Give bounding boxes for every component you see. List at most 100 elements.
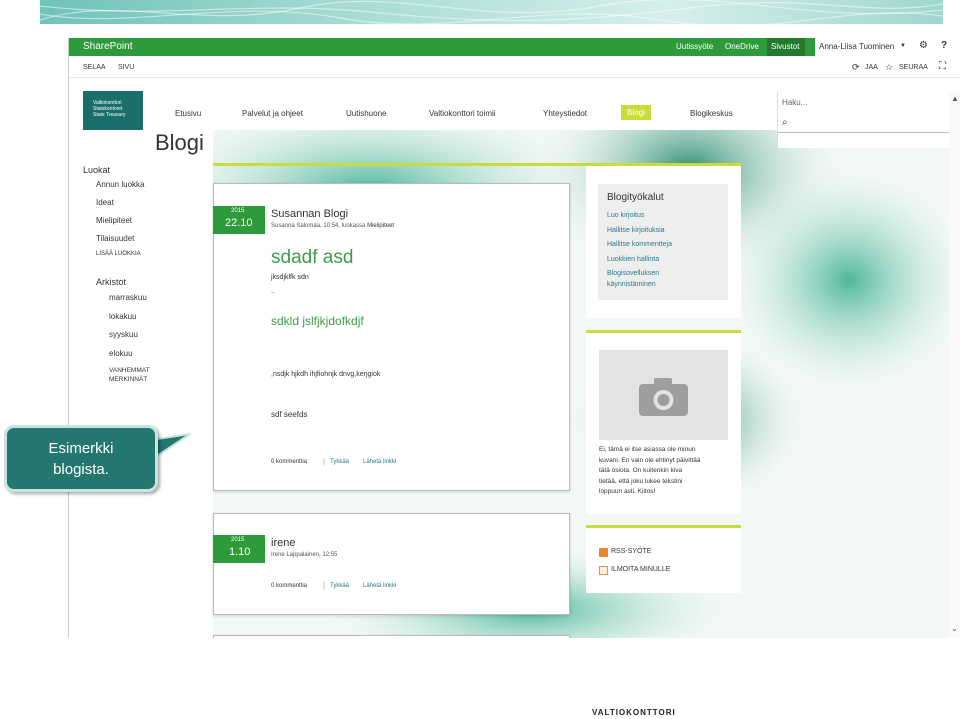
post-date-badge: 2015 1.10 xyxy=(213,535,265,563)
callout-text: blogista. xyxy=(53,461,109,478)
nav-item-treasury-works[interactable]: Valtiokonttori toimii xyxy=(429,109,496,118)
blog-tools-box: Blogityökalut Luo kirjoitus Hallitse kir… xyxy=(598,184,728,300)
nav-item-blog[interactable]: Blogi xyxy=(621,105,651,120)
profile-image-placeholder xyxy=(599,350,728,440)
categories-heading: Luokat xyxy=(83,165,111,175)
rss-link[interactable]: RSS-SYÖTE xyxy=(611,548,651,555)
older-posts-link[interactable]: MERKINNÄT xyxy=(109,376,147,383)
callout-text: Esimerkki xyxy=(48,440,114,457)
scroll-up-icon[interactable]: ▲ xyxy=(951,94,959,103)
search-icon[interactable]: ⌕ xyxy=(782,117,788,128)
about-line: kuvani. En vain ole ehtinyt päivittää xyxy=(599,456,701,464)
share-button[interactable]: JAA xyxy=(865,64,878,71)
gear-icon[interactable]: ⚙ xyxy=(919,40,928,51)
sharepoint-brand[interactable]: SharePoint xyxy=(83,41,132,52)
comments-link[interactable]: 0 kommenttia xyxy=(271,459,307,465)
manage-categories-link[interactable]: Luokkien hallinta xyxy=(607,256,659,263)
chevron-down-icon: ▼ xyxy=(900,43,906,49)
decorative-banner xyxy=(40,0,943,24)
post-title[interactable]: Susannan Blogi xyxy=(271,208,348,220)
footer-logo: VALTIOKONTTORI xyxy=(592,708,676,717)
about-line: tietää, että joku lukee tekstini xyxy=(599,477,683,485)
category-link[interactable]: Mielipiteet xyxy=(96,216,132,225)
about-line: Ei, tämä ei itse asiassa ole minun xyxy=(599,446,696,453)
like-link[interactable]: Tykkää xyxy=(330,459,349,465)
archive-link[interactable]: syyskuu xyxy=(109,330,138,339)
post-year: 2015 xyxy=(231,208,245,214)
camera-icon xyxy=(639,378,688,416)
comments-link[interactable]: 0 kommenttia xyxy=(271,583,307,589)
create-post-link[interactable]: Luo kirjoitus xyxy=(607,212,644,219)
search-input[interactable]: Haku... xyxy=(782,98,807,107)
post-subheading: sdkld jslfjkjdofkdjf xyxy=(271,314,364,328)
manage-posts-link[interactable]: Hallitse kirjoituksia xyxy=(607,227,665,234)
archive-link[interactable]: elokuu xyxy=(109,349,133,358)
tools-accent-bar xyxy=(586,163,741,166)
action-separator: | xyxy=(323,457,326,466)
archive-heading: Arkistot xyxy=(96,277,127,287)
share-icon[interactable]: ⟳ xyxy=(852,62,860,73)
suite-bar: SharePoint Uutissyöte OneDrive Sivustot … xyxy=(69,38,960,56)
post-heading: sdadf asd xyxy=(271,247,354,268)
nav-item-services[interactable]: Palvelut ja ohjeet xyxy=(242,109,303,118)
about-line: loppuun asti. Kiitos! xyxy=(599,488,656,495)
scrollbar[interactable]: ▲ ⌄ xyxy=(949,92,960,638)
nav-item-blog-center[interactable]: Blogikeskus xyxy=(690,109,733,118)
feeds-panel xyxy=(586,525,741,593)
archive-link[interactable]: lokakuu xyxy=(109,312,137,321)
post-day: 22.10 xyxy=(225,217,253,229)
nav-item-newsroom[interactable]: Uutishuone xyxy=(346,109,386,118)
star-icon[interactable]: ☆ xyxy=(885,62,893,73)
focus-icon[interactable]: ⛶ xyxy=(939,61,946,72)
ribbon: SELAA SIVU ⟳ JAA ☆ SEURAA ⛶ xyxy=(69,56,960,78)
post-day: 1.10 xyxy=(229,546,251,558)
like-link[interactable]: Tykkää xyxy=(330,583,349,589)
page-title: Blogi xyxy=(155,130,204,155)
category-link[interactable]: Annun luokka xyxy=(96,180,144,189)
nav-item-contact[interactable]: Yhteystiedot xyxy=(543,109,587,118)
onedrive-link[interactable]: OneDrive xyxy=(725,42,759,51)
category-link[interactable]: Tilaisuudet xyxy=(96,234,134,243)
about-line: tätä osiota. On kuitenkin kiva xyxy=(599,467,683,474)
help-icon[interactable]: ? xyxy=(941,40,947,51)
alert-icon xyxy=(599,566,608,575)
more-categories-link[interactable]: LISÄÄ LUOKKIA xyxy=(96,251,141,257)
archive-link[interactable]: marraskuu xyxy=(109,293,147,302)
user-menu[interactable]: Anna-Liisa Tuominen ▼ ⚙ ? xyxy=(815,38,960,56)
alert-me-link[interactable]: ILMOITA MINULLE xyxy=(611,566,670,573)
user-name[interactable]: Anna-Liisa Tuominen xyxy=(819,42,894,51)
sites-link[interactable]: Sivustot xyxy=(767,38,806,56)
post-paragraph: jksdjklfk sdn xyxy=(271,274,309,281)
feeds-accent-bar xyxy=(586,525,741,528)
post-author-time: Susanna Salomaa, 10:54, luokassa xyxy=(271,223,368,229)
manage-comments-link[interactable]: Hallitse kommentteja xyxy=(607,241,672,248)
send-link[interactable]: Lähetä linkki xyxy=(363,459,396,465)
launch-blog-app-link[interactable]: käynnistäminen xyxy=(607,281,656,288)
about-accent-bar xyxy=(586,330,741,333)
blog-post xyxy=(213,513,570,615)
rss-icon xyxy=(599,548,608,557)
post-paragraph: .. xyxy=(271,288,275,295)
tab-browse[interactable]: SELAA xyxy=(83,64,106,71)
post-title[interactable]: irene xyxy=(271,537,295,549)
post-author-time: Irene Lappalainen, 12:55 xyxy=(271,552,338,558)
nav-item-home[interactable]: Etusivu xyxy=(175,109,201,118)
send-link[interactable]: Lähetä linkki xyxy=(363,583,396,589)
launch-blog-app-link[interactable]: Blogisovelluksen xyxy=(607,270,659,277)
post-category-link[interactable]: Mielipiteet xyxy=(367,223,394,229)
blog-post xyxy=(213,635,570,638)
scroll-down-icon[interactable]: ⌄ xyxy=(951,624,958,633)
older-posts-link[interactable]: VANHEMMAT xyxy=(109,367,150,374)
post-date-badge: 2015 22.10 xyxy=(213,206,265,234)
search-divider xyxy=(778,132,960,133)
category-link[interactable]: Ideat xyxy=(96,198,114,207)
newsfeed-link[interactable]: Uutissyöte xyxy=(676,42,713,51)
search-box: Haku... ⌕ xyxy=(777,92,960,148)
tab-page[interactable]: SIVU xyxy=(118,64,134,71)
site-logo[interactable]: Valtiokonttori Statskontoret State Treas… xyxy=(83,91,143,133)
sharepoint-window: SharePoint Uutissyöte OneDrive Sivustot … xyxy=(68,38,960,638)
blog-tools-heading: Blogityökalut xyxy=(607,192,664,203)
follow-button[interactable]: SEURAA xyxy=(899,64,928,71)
callout-bubble: Esimerkki blogista. xyxy=(4,425,158,492)
action-separator: | xyxy=(323,581,326,590)
